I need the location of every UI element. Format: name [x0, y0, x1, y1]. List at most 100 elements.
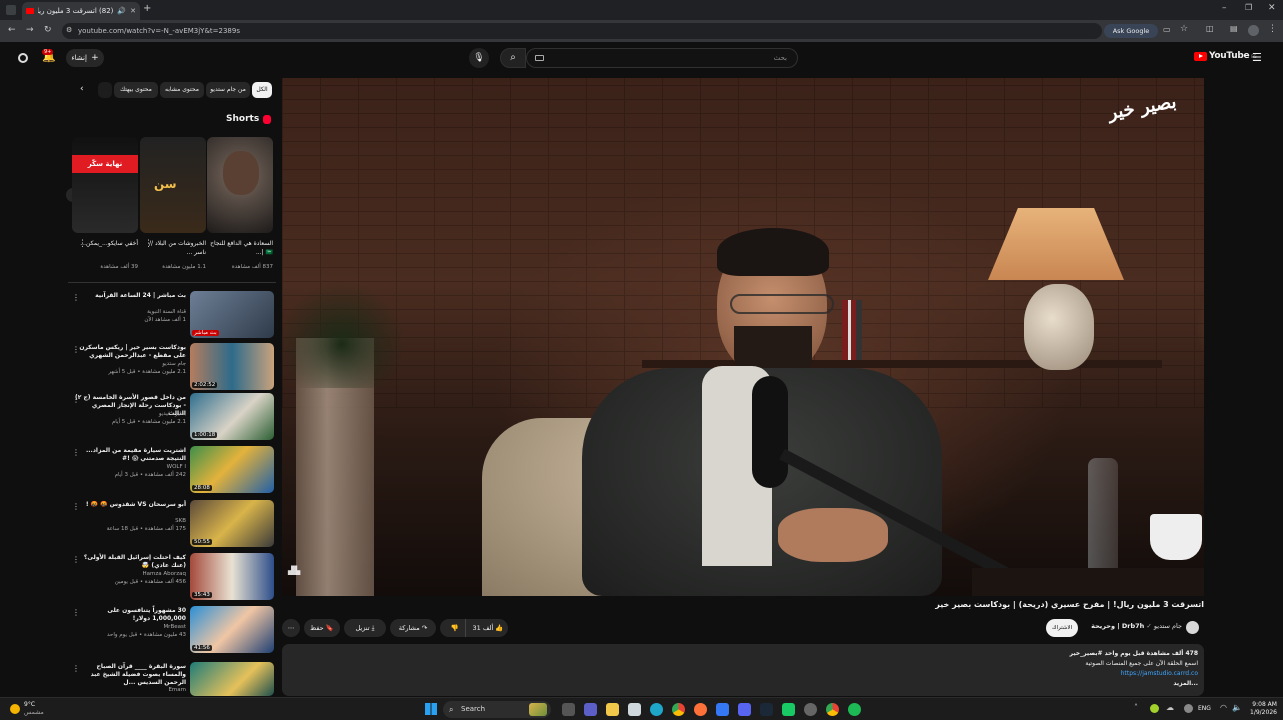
- list-item[interactable]: 41:56 30 مشهوراً يتنافسون على 1,000,000 …: [68, 606, 276, 656]
- list-item[interactable]: 35:43 كيف احتلت إسرائيل القبلة الأولى؟ (…: [68, 553, 276, 603]
- voice-search-button[interactable]: 🎙: [469, 48, 489, 68]
- chrome-alt-icon[interactable]: [826, 703, 839, 716]
- tray-app-icon[interactable]: [1150, 704, 1159, 713]
- volume-icon[interactable]: 🔈: [1232, 704, 1242, 712]
- more-actions-icon[interactable]: ⋮: [72, 293, 80, 302]
- profile-tab-icon[interactable]: [6, 5, 16, 15]
- weather-icon[interactable]: [10, 704, 20, 714]
- create-button[interactable]: إنشاء +: [66, 49, 104, 67]
- security-icon[interactable]: [716, 703, 729, 716]
- browser-menu-icon[interactable]: ⋮: [1268, 25, 1277, 34]
- taskbar-search[interactable]: ⌕ Search: [443, 701, 551, 718]
- notepad-icon[interactable]: [628, 703, 641, 716]
- channel-name[interactable]: SKB: [74, 518, 186, 524]
- video-thumbnail[interactable]: [190, 662, 274, 696]
- firefox-icon[interactable]: [694, 703, 707, 716]
- channel-name[interactable]: Hamza Aborzaq: [74, 571, 187, 577]
- chip-similar[interactable]: محتوى مشابه: [160, 82, 204, 98]
- chip-from-channel[interactable]: من جام ستديو: [206, 82, 250, 98]
- file-explorer-icon[interactable]: [606, 703, 619, 716]
- more-actions-icon[interactable]: ⋮: [72, 395, 80, 404]
- video-title[interactable]: بث مباشر | 24 الساعة القرآنية: [74, 292, 186, 300]
- description-link[interactable]: https://jamstudio.carrd.co: [998, 669, 1198, 678]
- youtube-logo[interactable]: YouTube EG: [1194, 51, 1257, 61]
- address-bar[interactable]: ⚙ youtube.com/watch?v=-N_-avEM3jY&t=2389…: [62, 23, 1102, 39]
- bookmark-star-icon[interactable]: ☆: [1180, 25, 1188, 34]
- subscribe-button[interactable]: الاشتراك: [1046, 619, 1078, 637]
- short-thumbnail-2[interactable]: سن: [140, 137, 206, 233]
- sidepanel-icon[interactable]: ▤: [1230, 25, 1238, 33]
- video-thumbnail[interactable]: 28:08: [190, 446, 274, 493]
- short-title-1[interactable]: السعادة هي الدافع للنجاح 🇸🇦 |...: [207, 239, 273, 257]
- forward-icon[interactable]: →: [26, 26, 34, 35]
- edge-icon[interactable]: [650, 703, 663, 716]
- search-button[interactable]: ⌕: [500, 48, 526, 68]
- minimize-icon[interactable]: –: [1222, 4, 1227, 13]
- like-button[interactable]: 31 ألف 👍: [468, 619, 508, 637]
- channel-avatar[interactable]: [1186, 621, 1199, 634]
- account-avatar[interactable]: [18, 53, 28, 63]
- video-thumbnail[interactable]: 50:55: [190, 500, 274, 547]
- chips-next-icon[interactable]: ‹: [80, 85, 84, 94]
- settings-icon[interactable]: [804, 703, 817, 716]
- video-thumbnail[interactable]: 41:56: [190, 606, 274, 653]
- extensions-icon[interactable]: ◫: [1206, 25, 1214, 33]
- clock[interactable]: 9:08 AM 1/9/2026: [1250, 701, 1277, 717]
- more-actions-icon[interactable]: ⋮: [72, 502, 80, 511]
- window-close-icon[interactable]: ✕: [1268, 4, 1276, 13]
- channel-name[interactable]: قناة السنة النبوية: [74, 309, 186, 315]
- wifi-icon[interactable]: ◠: [1220, 704, 1227, 712]
- reload-icon[interactable]: ↻: [44, 26, 52, 35]
- more-actions-icon[interactable]: ⋮: [72, 345, 80, 354]
- cloud-icon[interactable]: ☁: [1166, 704, 1174, 712]
- chip-interest[interactable]: محتوى بيهتك: [114, 82, 158, 98]
- search-input[interactable]: بحث: [526, 48, 798, 68]
- more-actions-icon[interactable]: ⋮: [72, 608, 80, 617]
- video-title[interactable]: 30 مشهوراً يتنافسون على 1,000,000 دولار!: [74, 607, 186, 623]
- video-thumbnail[interactable]: بث مباشر: [190, 291, 274, 338]
- description-box[interactable]: 478 ألف مشاهدة قبل يوم واحد #بصير_خير اس…: [282, 644, 1204, 696]
- discord-icon[interactable]: [738, 703, 751, 716]
- keyboard-icon[interactable]: [535, 55, 544, 61]
- windows-start-icon[interactable]: [425, 703, 437, 715]
- short-thumbnail-1[interactable]: [207, 137, 273, 233]
- list-item[interactable]: سورة البقرة ____ قرآن الصباح والمساء بصو…: [68, 662, 276, 696]
- tab-audio-icon[interactable]: 🔊: [117, 7, 126, 15]
- video-thumbnail[interactable]: 2:02:52: [190, 343, 274, 390]
- save-button[interactable]: حفظ 🔖: [304, 619, 340, 637]
- cast-icon[interactable]: ▭: [1163, 26, 1171, 34]
- more-actions-icon[interactable]: ⋮: [72, 555, 80, 564]
- show-more-link[interactable]: ...المزيد: [998, 679, 1198, 688]
- download-button[interactable]: تنزيل ⤓: [344, 619, 386, 637]
- video-title[interactable]: سورة البقرة ____ قرآن الصباح والمساء بصو…: [74, 663, 186, 687]
- chip-all[interactable]: الكل: [252, 82, 272, 98]
- short-thumbnail-3[interactable]: نهاية سكّر: [72, 137, 138, 233]
- back-icon[interactable]: ←: [8, 26, 16, 35]
- new-tab-icon[interactable]: +: [143, 4, 151, 14]
- channel-name[interactable]: Emam: [74, 687, 186, 693]
- channel-name[interactable]: WOLF I: [74, 464, 186, 470]
- video-thumbnail[interactable]: 35:43: [190, 553, 274, 600]
- list-item[interactable]: 1:00:18 من داخل قصور الأسرة الخامسة (ج ٢…: [68, 393, 276, 443]
- list-item[interactable]: 50:55 أبو سرسحان VS شقدوس 🤬 🤬 ! SKB 175 …: [68, 500, 276, 550]
- ask-google-button[interactable]: Ask Google: [1104, 24, 1158, 38]
- list-item[interactable]: 28:08 اشتريت سيارة مقيمة من المزاد... ال…: [68, 446, 276, 496]
- chip-overflow[interactable]: [98, 82, 112, 98]
- profile-avatar[interactable]: [1248, 25, 1259, 36]
- hamburger-menu-icon[interactable]: ☰: [1252, 52, 1262, 63]
- video-title[interactable]: اشتريت سيارة مقيمة من المزاد... النتيجة …: [74, 447, 186, 463]
- video-title[interactable]: بودكاست بسير خير | ريكس ماسكرن على مقطع …: [74, 344, 186, 360]
- chrome-icon[interactable]: [672, 703, 685, 716]
- dislike-button[interactable]: 👎: [444, 619, 466, 637]
- channel-info[interactable]: جام ستديو ✓ Drb7h | وحريحة: [1090, 622, 1182, 630]
- weather-widget[interactable]: 9°C مشمس: [24, 701, 44, 717]
- spotify-icon[interactable]: [848, 703, 861, 716]
- channel-name[interactable]: MrBeast: [74, 624, 186, 630]
- steam-icon[interactable]: [760, 703, 773, 716]
- tray-chevron-icon[interactable]: ˄: [1134, 704, 1138, 712]
- task-view-icon[interactable]: [562, 703, 575, 716]
- app-icon[interactable]: [782, 703, 795, 716]
- tray-app2-icon[interactable]: [1184, 704, 1193, 713]
- site-info-icon[interactable]: ⚙: [66, 27, 72, 34]
- language-indicator[interactable]: ENG: [1198, 705, 1211, 712]
